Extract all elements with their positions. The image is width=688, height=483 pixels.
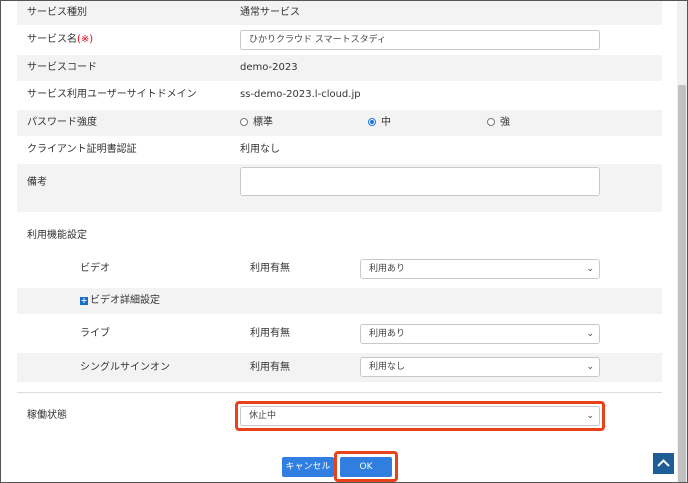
live-usage-select[interactable]: 利用あり ⌄ (360, 324, 600, 344)
chevron-down-icon: ⌄ (586, 411, 594, 421)
user-site-domain-value: ss-demo-2023.l-cloud.jp (240, 89, 361, 100)
radio-standard-dot[interactable] (240, 118, 248, 126)
service-code-value: demo-2023 (240, 62, 298, 73)
dialog-frame: サービス種別 通常サービス サービス名(※) ひかりクラウド スマートスタディ … (0, 0, 688, 483)
live-label: ライブ (80, 328, 110, 339)
notes-textarea[interactable] (240, 167, 600, 196)
divider (17, 392, 662, 393)
chevron-down-icon: ⌄ (586, 329, 594, 339)
video-detail-toggle[interactable]: + ビデオ詳細設定 (80, 288, 160, 314)
sso-label: シングルサインオン (80, 362, 170, 373)
video-usage-label: 利用有無 (250, 263, 290, 274)
operation-label: 稼働状態 (27, 410, 67, 421)
user-site-domain-label: サービス利用ユーザーサイトドメイン (27, 89, 197, 100)
password-strength-label: パスワード強度 (27, 117, 97, 128)
row-service-code: サービスコード demo-2023 (17, 55, 662, 81)
radio-strong-dot[interactable] (487, 118, 495, 126)
operation-status-value: 休止中 (249, 411, 277, 421)
live-usage-label: 利用有無 (250, 328, 290, 339)
expand-plus-icon[interactable]: + (80, 297, 88, 305)
radio-strong[interactable]: 強 (487, 110, 510, 136)
client-cert-label: クライアント証明書認証 (27, 144, 137, 155)
radio-medium-dot[interactable] (368, 118, 376, 126)
sso-usage-label: 利用有無 (250, 362, 290, 373)
row-video-detail: + ビデオ詳細設定 (17, 288, 662, 314)
video-usage-select[interactable]: 利用あり ⌄ (360, 259, 600, 279)
service-code-label: サービスコード (27, 62, 97, 73)
required-mark: (※) (77, 34, 94, 45)
radio-medium[interactable]: 中 (368, 110, 391, 136)
row-user-site-domain: サービス利用ユーザーサイトドメイン ss-demo-2023.l-cloud.j… (17, 82, 662, 108)
live-usage-select-value: 利用あり (369, 329, 406, 339)
service-name-input[interactable]: ひかりクラウド スマートスタディ (240, 30, 600, 50)
chevron-down-icon: ⌄ (586, 362, 594, 372)
service-type-value: 通常サービス (240, 7, 300, 18)
client-cert-value: 利用なし (240, 144, 280, 155)
row-client-cert: クライアント証明書認証 利用なし (17, 137, 662, 163)
service-name-label: サービス名(※) (27, 34, 94, 45)
radio-standard[interactable]: 標準 (240, 110, 273, 136)
scroll-to-top-button[interactable] (653, 453, 674, 474)
features-section-label: 利用機能設定 (27, 230, 87, 241)
vertical-scrollbar[interactable] (677, 1, 687, 482)
service-type-label: サービス種別 (27, 7, 87, 18)
sso-usage-select[interactable]: 利用なし ⌄ (360, 357, 600, 377)
chevron-down-icon: ⌄ (586, 264, 594, 274)
video-usage-select-value: 利用あり (369, 264, 406, 274)
row-features-section: 利用機能設定 (17, 223, 662, 249)
video-label: ビデオ (80, 263, 110, 274)
chevron-up-icon[interactable] (653, 453, 674, 474)
row-password-strength: パスワード強度 標準 中 強 (17, 110, 662, 136)
cancel-button[interactable]: キャンセル (282, 457, 334, 477)
scrollbar-thumb[interactable] (678, 85, 686, 482)
operation-status-select[interactable]: 休止中 ⌄ (240, 406, 600, 426)
ok-button[interactable]: OK (340, 457, 392, 477)
notes-label: 備考 (27, 177, 47, 188)
sso-usage-select-value: 利用なし (369, 362, 406, 372)
row-service-type: サービス種別 通常サービス (17, 1, 662, 25)
